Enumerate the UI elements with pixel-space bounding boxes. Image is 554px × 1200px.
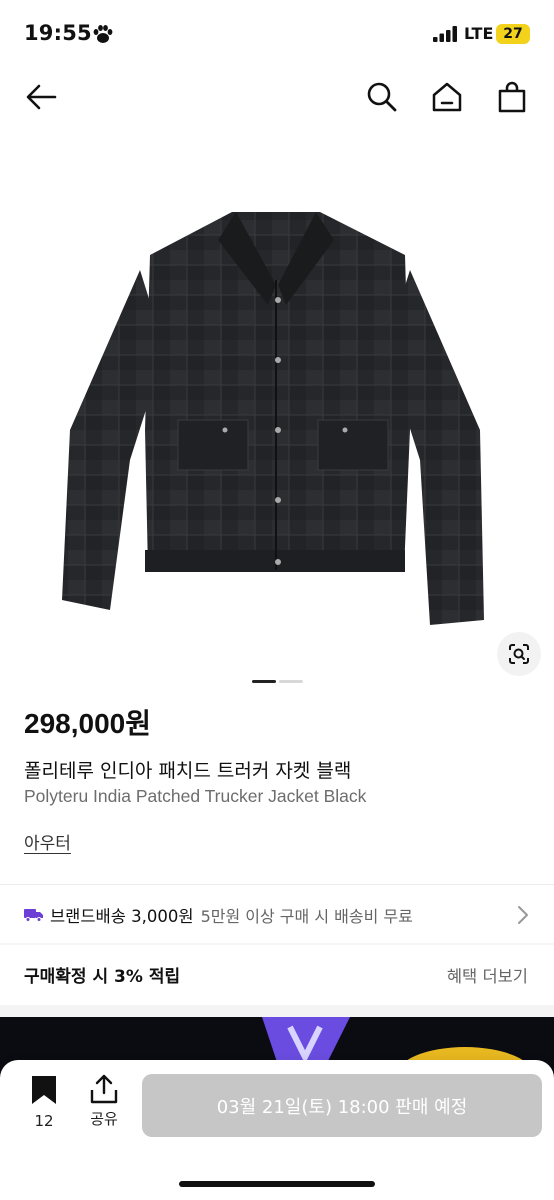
home-icon: [432, 82, 462, 112]
product-name-korean: 폴리테루 인디아 패치드 트러커 자켓 블랙: [24, 760, 352, 782]
network-type: LTE: [464, 24, 494, 43]
truck-icon: [24, 909, 43, 922]
chevron-right-icon[interactable]: [515, 904, 531, 926]
carousel-dot: [279, 680, 303, 683]
battery-indicator: 27: [496, 24, 530, 44]
bookmark-count: 12: [34, 1112, 54, 1130]
shipping-info-row[interactable]: 브랜드배송 3,000원 5만원 이상 구매 시 배송비 무료: [24, 900, 534, 930]
shipping-label: 브랜드배송 3,000원: [50, 907, 194, 926]
share-button[interactable]: 공유: [82, 1074, 126, 1129]
search-icon: [367, 82, 397, 112]
cart-button[interactable]: [492, 77, 532, 117]
back-button[interactable]: [21, 77, 61, 117]
product-name-english: Polyteru India Patched Trucker Jacket Bl…: [24, 786, 367, 806]
share-label: 공유: [90, 1110, 118, 1128]
product-price: 298,000원: [24, 708, 151, 739]
paw-icon: [93, 25, 113, 43]
cellular-signal-icon: [433, 26, 457, 42]
carousel-indicator: [252, 668, 306, 687]
lens-icon: [509, 644, 529, 664]
search-button[interactable]: [362, 77, 402, 117]
shipping-free-condition: 5만원 이상 구매 시 배송비 무료: [200, 907, 413, 926]
bookmark-button[interactable]: 12: [22, 1075, 66, 1130]
bookmark-icon: [32, 1076, 56, 1104]
divider: [0, 884, 554, 885]
visual-search-button[interactable]: [497, 632, 541, 676]
section-gap: [0, 1005, 554, 1017]
category-link[interactable]: 아우터: [24, 829, 71, 854]
product-image[interactable]: [0, 130, 554, 690]
share-icon: [90, 1074, 118, 1104]
home-button[interactable]: [427, 77, 467, 117]
jacket-image: [62, 212, 484, 625]
status-time: 19:55: [24, 21, 92, 45]
purchase-button[interactable]: 03월 21일(토) 18:00 판매 예정: [142, 1074, 542, 1137]
divider: [0, 943, 554, 945]
benefits-more-link[interactable]: 혜택 더보기: [447, 963, 528, 987]
reward-label: 구매확정 시 3% 적립: [24, 967, 181, 987]
home-indicator: [179, 1181, 375, 1187]
shopping-bag-icon: [498, 81, 526, 113]
carousel-dot-active: [252, 680, 276, 683]
arrow-left-icon: [26, 84, 57, 110]
